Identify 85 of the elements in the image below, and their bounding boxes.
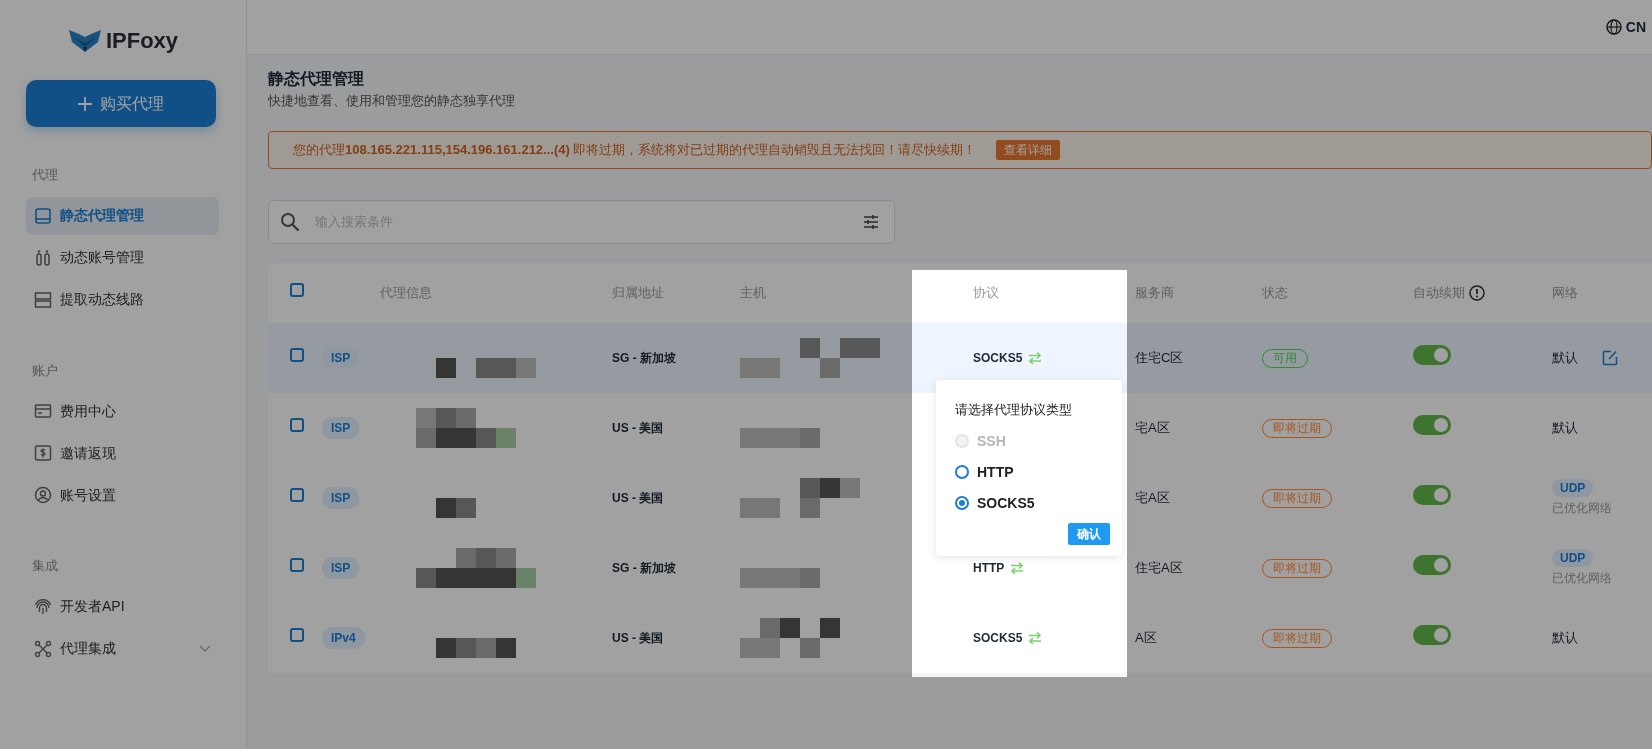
radio-button[interactable] [955,496,969,510]
location-text: US - 美国 [612,420,664,435]
provider-text: A区 [1135,629,1157,645]
location-text: US - 美国 [612,490,664,505]
network-text: 默认 [1552,348,1578,367]
language-link[interactable]: CN [1625,16,1646,38]
location-text: SG - 新加坡 [612,560,676,575]
auto-renew-toggle[interactable] [1413,484,1451,505]
swap-arrows-icon[interactable] [1028,630,1043,645]
nodes-icon [34,639,52,658]
sidebar-item[interactable]: 账号设置 [26,476,219,514]
network-note: 已优化网络 [1552,570,1613,588]
row-checkbox[interactable] [290,347,304,362]
radio-button[interactable] [955,465,969,479]
column-header: 协议 [973,284,999,300]
swap-arrows-icon[interactable] [1028,350,1043,365]
swap-arrows-icon[interactable] [1010,560,1025,575]
auto-renew-toggle[interactable] [1413,344,1451,365]
column-header: 代理信息 [380,284,432,300]
row-checkbox[interactable] [290,557,304,572]
proxy-type-tag: ISP [322,556,360,579]
column-header: 网络 [1552,284,1578,300]
column-header: 状态 [1262,284,1288,300]
monitor-icon [34,206,52,225]
edit-icon[interactable] [1602,349,1618,366]
server-icon [34,290,52,309]
sidebar-item[interactable]: 动态账号管理 [26,238,219,277]
row-checkbox[interactable] [290,627,304,642]
bars-icon [34,248,52,267]
section-label: 集成 [32,557,59,575]
provider-text: 宅A区 [1135,489,1170,505]
proxy-type-tag: ISP [322,486,360,509]
fingerprint-icon [34,597,52,616]
column-header: 归属地址 [612,284,664,300]
sidebar-item[interactable]: 代理集成 [26,629,219,668]
auto-renew-toggle[interactable] [1413,624,1451,645]
column-header: 服务商 [1135,284,1174,300]
protocol-text: SOCKS5 [973,629,1023,647]
page-subtitle: 快捷地查看、使用和管理您的静态独享代理 [268,92,516,111]
network-text: 默认 [1552,628,1578,647]
row-checkbox[interactable] [290,487,304,502]
pixelated-redaction [436,497,476,518]
search-icon [280,211,300,232]
popover-title: 请选择代理协议类型 [955,401,1073,419]
option-label: SSH [977,431,1006,451]
provider-text: 住宅C区 [1135,349,1184,365]
row-checkbox[interactable] [290,417,304,432]
sidebar-item[interactable]: 费用中心 [26,392,219,430]
column-header: 自动续期 [1413,283,1465,302]
section-label: 代理 [32,166,59,184]
network-text: 默认 [1552,418,1578,437]
section-label: 账户 [32,361,59,380]
auto-renew-toggle[interactable] [1413,414,1451,435]
option-label[interactable]: SOCKS5 [977,492,1035,514]
page-title: 静态代理管理 [268,69,365,89]
fox-logo-icon [67,27,102,53]
globe-icon [1605,19,1622,35]
select-all-checkbox[interactable] [290,282,304,297]
filter-icon[interactable] [863,214,879,229]
buy-proxy-button[interactable]: 购买代理 [26,80,216,127]
sidebar-item[interactable]: 提取动态线路 [26,280,219,319]
alert-message: 您的代理108.165.221.115,154.196.161.212...(4) 即将过期，系统将对已过期的代理自动销毁且无法找回！请尽快续期！ [293,140,977,159]
location-text: US - 美国 [612,630,664,645]
proxy-type-tag: ISP [322,416,360,439]
udp-tag: UDP [1552,478,1594,497]
location-text: SG - 新加坡 [612,350,676,365]
sidebar-item[interactable]: 邀请返现 [26,434,219,472]
dollar-icon [34,444,52,462]
auto-renew-toggle[interactable] [1413,554,1451,575]
logo-text: IPFoxy [105,26,179,55]
info-icon [1469,284,1485,301]
sidebar-item[interactable]: 开发者API [26,587,219,626]
column-header: 主机 [740,284,766,300]
udp-tag: UDP [1552,548,1594,567]
network-note: 已优化网络 [1552,500,1613,518]
provider-text: 住宅A区 [1135,559,1183,575]
option-label[interactable]: HTTP [977,461,1014,483]
card-icon [34,402,52,420]
provider-text: 宅A区 [1135,419,1170,435]
protocol-text: SOCKS5 [973,349,1023,367]
user-icon [34,486,52,504]
proxy-type-tag: ISP [322,346,360,369]
proxy-type-tag: IPv4 [322,626,365,649]
protocol-text: HTTP [973,559,1005,577]
plus-icon [78,96,92,111]
